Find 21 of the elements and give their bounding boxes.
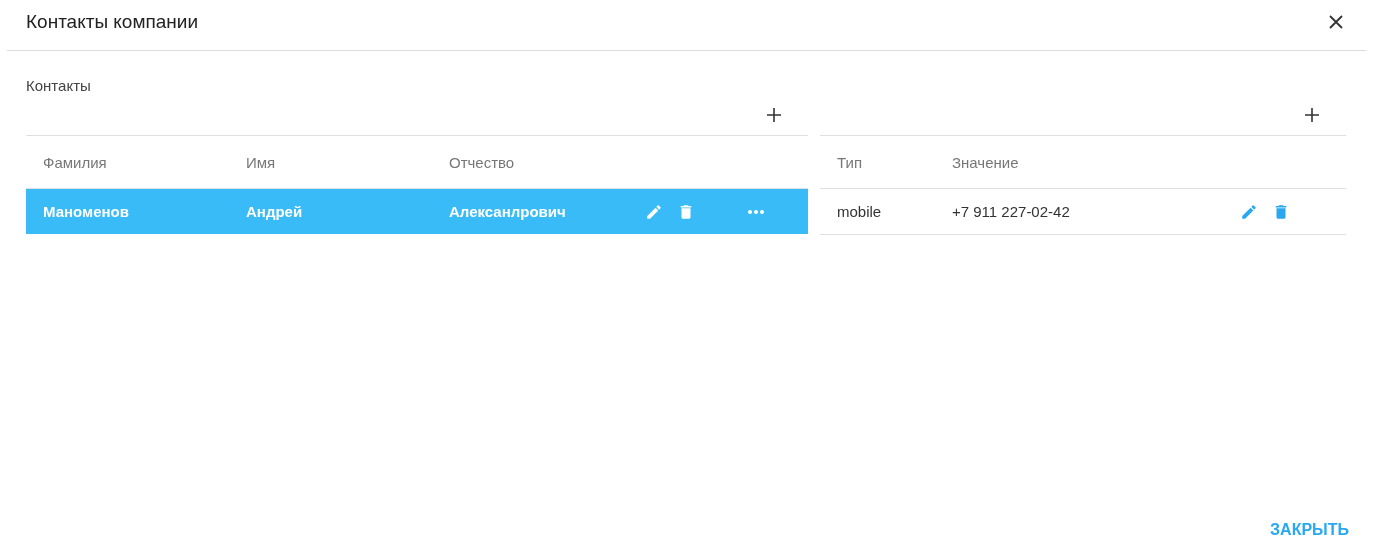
table-row[interactable]: mobile +7 911 227-02-42 [820, 189, 1346, 235]
column-header: Имя [245, 153, 277, 171]
table-row[interactable]: Маноменов Андрей Алексанлрович [26, 189, 808, 234]
column-header: Фамилия [42, 153, 108, 171]
close-icon [1329, 15, 1343, 29]
table-cell-text: mobile [836, 203, 883, 220]
table-cell-text: Маноменов [42, 203, 130, 220]
edit-icon[interactable] [1240, 202, 1258, 221]
column-header: Тип [836, 153, 863, 171]
edit-icon[interactable] [645, 202, 663, 221]
plus-icon [1304, 107, 1320, 123]
dialog-title: Контакты компании [26, 11, 199, 33]
column-header: Отчество [448, 153, 516, 171]
table-cell-text: +7 911 227-02-42 [951, 203, 1071, 220]
more-icon[interactable] [747, 208, 765, 215]
section-label: Контакты [26, 77, 92, 95]
table-cell-text: Алексанлрович [448, 203, 567, 220]
column-header: Значение [951, 153, 1020, 171]
close-button[interactable]: ЗАКРЫТЬ [1268, 517, 1351, 543]
table-cell-text: Андрей [245, 203, 304, 220]
plus-icon [766, 107, 782, 123]
